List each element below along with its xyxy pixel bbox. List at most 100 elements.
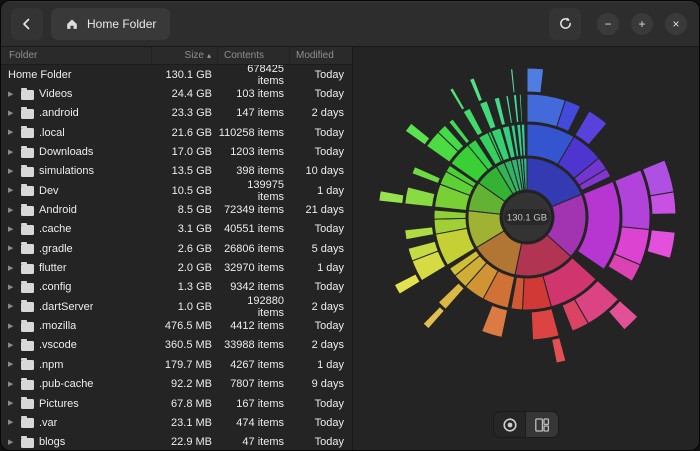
- folder-cell: ▶Android: [1, 204, 152, 216]
- chart-pane: 130.1 GB: [353, 47, 699, 450]
- table-row[interactable]: ▶.npm179.7 MB4267 items1 day: [1, 355, 352, 374]
- expander-icon[interactable]: ▶: [8, 400, 16, 407]
- expander-icon[interactable]: ▶: [8, 381, 16, 388]
- expander-icon[interactable]: ▶: [8, 342, 16, 349]
- expander-icon[interactable]: ▶: [8, 187, 16, 194]
- folder-contents: 139975 items: [218, 179, 290, 203]
- table-row[interactable]: ▶.mozilla476.5 MB4412 itemsToday: [1, 316, 352, 335]
- table-row[interactable]: ▶.pub-cache92.2 MB7807 items9 days: [1, 375, 352, 394]
- folder-contents: 678425 items: [218, 65, 290, 87]
- chart-arc[interactable]: [552, 338, 566, 363]
- column-header-modified[interactable]: Modified: [290, 47, 352, 64]
- rings-view-button[interactable]: [493, 411, 526, 438]
- chart-arc[interactable]: [394, 274, 420, 294]
- chart-arc[interactable]: [463, 108, 483, 136]
- expander-icon[interactable]: ▶: [8, 419, 16, 426]
- expander-icon[interactable]: ▶: [8, 439, 16, 446]
- expander-icon[interactable]: ▶: [8, 149, 16, 156]
- chart-arc[interactable]: [450, 88, 465, 110]
- column-header-size[interactable]: Size▴: [152, 47, 218, 64]
- chart-arc[interactable]: [513, 94, 518, 122]
- treemap-view-button[interactable]: [526, 411, 559, 438]
- refresh-icon: [558, 16, 573, 31]
- folder-modified: Today: [290, 69, 352, 81]
- table-row[interactable]: ▶Dev10.5 GB139975 items1 day: [1, 181, 352, 200]
- table-row[interactable]: ▶.config1.3 GB9342 itemsToday: [1, 278, 352, 297]
- chart-arc[interactable]: [506, 95, 513, 123]
- chart-arc[interactable]: [531, 309, 559, 340]
- chart-arc[interactable]: [405, 187, 435, 207]
- column-header-label: Contents: [224, 50, 264, 61]
- chart-arc[interactable]: [510, 69, 515, 93]
- chart-arc[interactable]: [575, 111, 607, 145]
- chart-arc[interactable]: [519, 94, 522, 122]
- folder-cell: ▶Dev: [1, 185, 152, 197]
- table-row[interactable]: ▶.gradle2.6 GB26806 items5 days: [1, 239, 352, 258]
- chart-arc[interactable]: [434, 210, 466, 219]
- folder-cell: ▶.local: [1, 127, 152, 139]
- chart-arc[interactable]: [405, 123, 430, 145]
- table-row[interactable]: ▶simulations13.5 GB398 items10 days: [1, 162, 352, 181]
- expander-icon[interactable]: ▶: [8, 303, 16, 310]
- chart-arc[interactable]: [412, 167, 440, 184]
- chart-arc[interactable]: [423, 307, 444, 329]
- chart-arc[interactable]: [527, 68, 544, 93]
- table-row[interactable]: ▶.android23.3 GB147 items2 days: [1, 104, 352, 123]
- table-row[interactable]: ▶.var23.1 MB474 itemsToday: [1, 413, 352, 432]
- table-row[interactable]: ▶flutter2.0 GB32970 items1 day: [1, 258, 352, 277]
- back-button[interactable]: [11, 8, 43, 40]
- folder-size: 67.8 MB: [152, 398, 218, 410]
- table-row[interactable]: ▶Downloads17.0 GB1203 itemsToday: [1, 142, 352, 161]
- chart-arc[interactable]: [405, 227, 434, 240]
- expander-icon[interactable]: ▶: [8, 226, 16, 233]
- close-button[interactable]: ×: [665, 13, 687, 35]
- expander-icon[interactable]: ▶: [8, 245, 16, 252]
- table-row[interactable]: ▶.local21.6 GB110258 itemsToday: [1, 123, 352, 142]
- expander-icon[interactable]: ▶: [8, 207, 16, 214]
- location-button[interactable]: Home Folder: [51, 8, 170, 40]
- chart-arc[interactable]: [482, 305, 508, 337]
- chart-arc[interactable]: [480, 101, 496, 130]
- table-row[interactable]: Home Folder130.1 GB678425 itemsToday: [1, 65, 352, 84]
- table-row[interactable]: ▶Android8.5 GB72349 items21 days: [1, 200, 352, 219]
- chart-arc[interactable]: [438, 283, 464, 309]
- folder-size: 23.3 GB: [152, 107, 218, 119]
- chart-arc[interactable]: [650, 192, 676, 215]
- expander-icon[interactable]: ▶: [8, 91, 16, 98]
- table-row[interactable]: ▶.cache3.1 GB40551 itemsToday: [1, 220, 352, 239]
- table-row[interactable]: ▶Pictures67.8 MB167 itemsToday: [1, 394, 352, 413]
- folder-size: 179.7 MB: [152, 359, 218, 371]
- folder-cell: ▶blogs: [1, 436, 152, 448]
- expander-icon[interactable]: ▶: [8, 323, 16, 330]
- chart-arc[interactable]: [379, 191, 404, 204]
- expander-icon[interactable]: ▶: [8, 168, 16, 175]
- rescan-button[interactable]: [549, 8, 581, 40]
- folder-contents: 47 items: [218, 436, 290, 448]
- column-header-folder[interactable]: Folder: [1, 47, 152, 64]
- expander-icon[interactable]: ▶: [8, 129, 16, 136]
- column-header-contents[interactable]: Contents: [218, 47, 290, 64]
- expander-icon[interactable]: ▶: [8, 265, 16, 272]
- table-row[interactable]: ▶blogs22.9 MB47 itemsToday: [1, 433, 352, 450]
- folder-name: .dartServer: [39, 301, 93, 313]
- table-row[interactable]: ▶Videos24.4 GB103 itemsToday: [1, 84, 352, 103]
- chart-arc[interactable]: [470, 78, 483, 102]
- expander-icon[interactable]: ▶: [8, 110, 16, 117]
- folder-modified: 1 day: [290, 359, 352, 371]
- folder-size: 24.4 GB: [152, 88, 218, 100]
- sunburst-chart[interactable]: 130.1 GB: [353, 47, 700, 451]
- column-header-label: Size: [185, 50, 204, 61]
- folder-modified: Today: [290, 127, 352, 139]
- minimize-button[interactable]: −: [597, 13, 619, 35]
- chart-arc[interactable]: [494, 97, 505, 125]
- folder-cell: ▶.var: [1, 417, 152, 429]
- maximize-button[interactable]: +: [631, 13, 653, 35]
- expander-icon[interactable]: ▶: [8, 361, 16, 368]
- folder-icon: [21, 186, 34, 196]
- folder-modified: 9 days: [290, 378, 352, 390]
- chart-arc[interactable]: [647, 230, 675, 259]
- table-row[interactable]: ▶.vscode360.5 MB33988 items2 days: [1, 336, 352, 355]
- expander-icon[interactable]: ▶: [8, 284, 16, 291]
- table-row[interactable]: ▶.dartServer1.0 GB192880 items2 days: [1, 297, 352, 316]
- table-header-row: FolderSize▴ Contents Modified: [1, 47, 352, 65]
